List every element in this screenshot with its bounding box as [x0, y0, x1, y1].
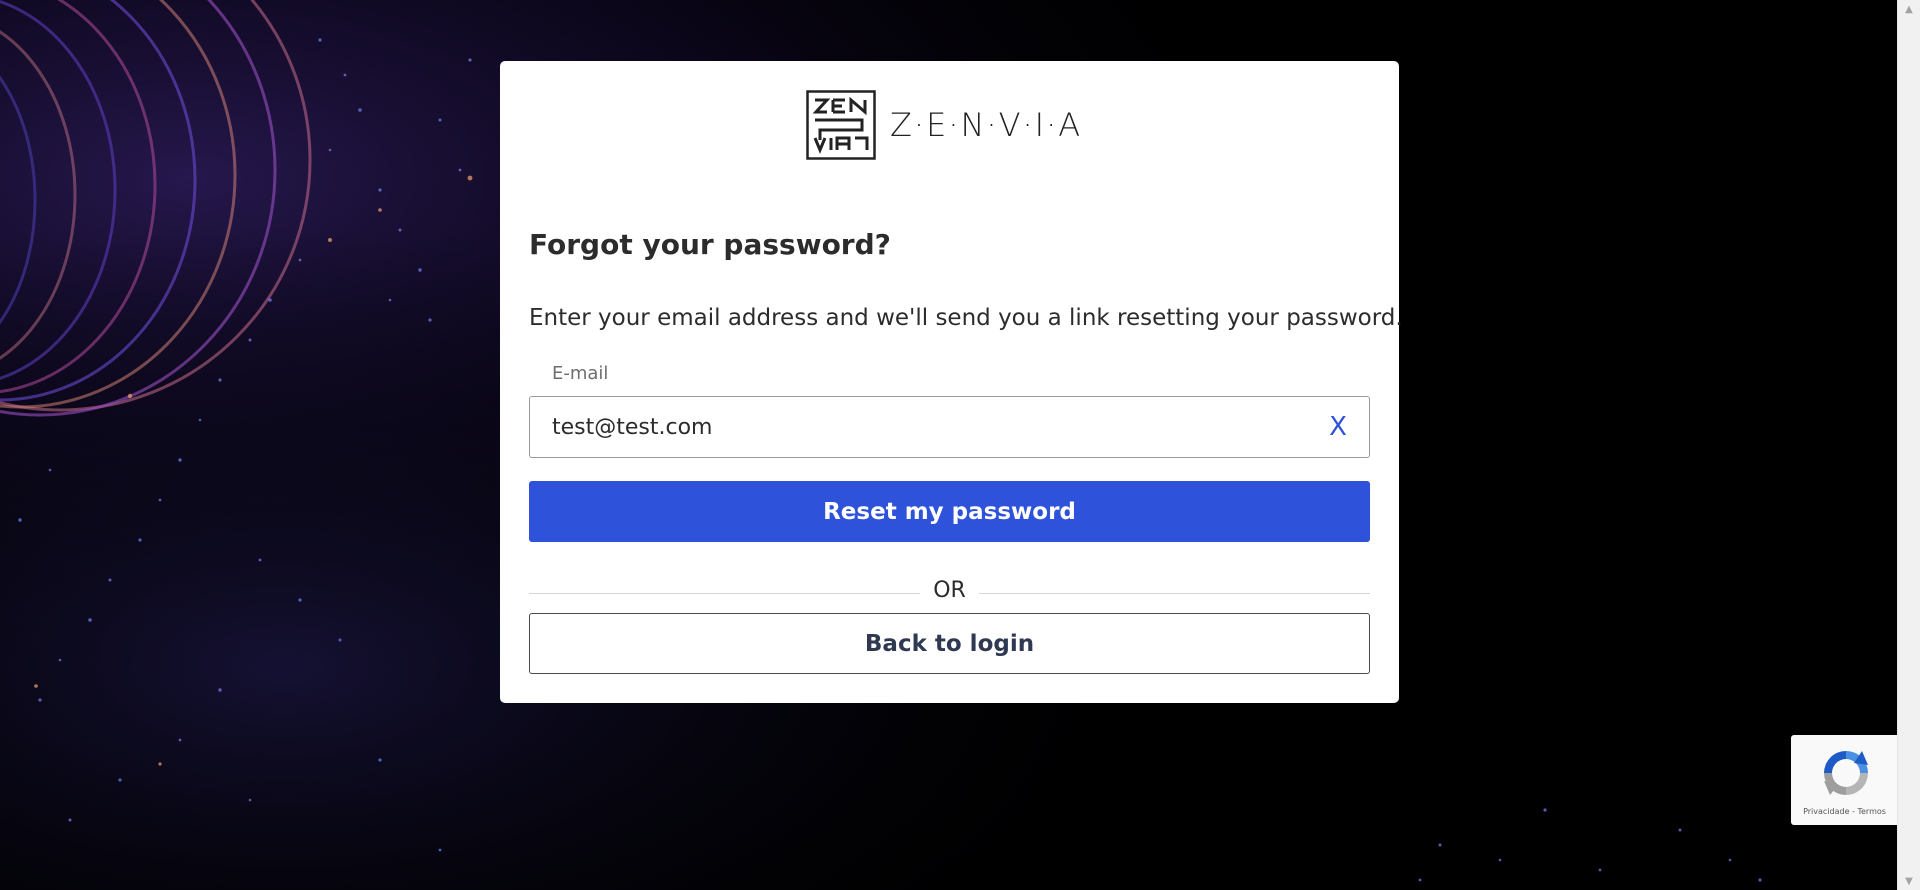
page-scrollbar[interactable]: ▲ ▼: [1897, 0, 1920, 890]
brand-logo: Z·E·N·V·I·A: [806, 90, 1082, 160]
page-subtitle: Enter your email address and we'll send …: [529, 305, 1403, 331]
scroll-up-icon[interactable]: ▲: [1898, 0, 1920, 18]
zenvia-logo-icon: [806, 90, 876, 160]
recaptcha-terms-link[interactable]: Termos: [1857, 807, 1885, 816]
divider-label: OR: [933, 578, 966, 603]
recaptcha-links: Privacidade - Termos: [1791, 807, 1898, 816]
recaptcha-privacy-link[interactable]: Privacidade: [1803, 807, 1849, 816]
recaptcha-icon: [1824, 751, 1868, 795]
reset-password-button[interactable]: Reset my password: [529, 481, 1370, 542]
recaptcha-badge[interactable]: Privacidade - Termos: [1791, 735, 1898, 825]
email-label: E-mail: [552, 363, 609, 384]
email-field-wrapper: X: [529, 396, 1370, 458]
close-icon[interactable]: X: [1323, 412, 1353, 442]
page-title: Forgot your password?: [529, 228, 891, 261]
back-to-login-button[interactable]: Back to login: [529, 613, 1370, 674]
divider-line-right: [979, 593, 1370, 594]
brand-wordmark: Z·E·N·V·I·A: [890, 106, 1083, 144]
email-field[interactable]: [530, 397, 1369, 457]
page-viewport: Z·E·N·V·I·A Forgot your password? Enter …: [0, 0, 1898, 890]
scroll-down-icon[interactable]: ▼: [1898, 872, 1920, 890]
forgot-password-card: Z·E·N·V·I·A Forgot your password? Enter …: [500, 61, 1403, 703]
